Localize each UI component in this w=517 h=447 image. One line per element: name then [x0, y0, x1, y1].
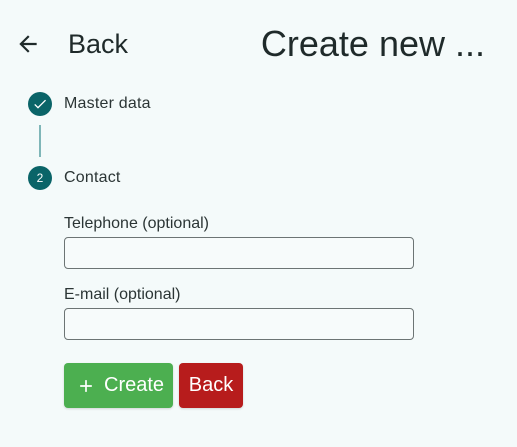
telephone-input[interactable]: [64, 237, 414, 269]
check-icon: [34, 99, 46, 109]
step-label: Contact: [64, 169, 121, 186]
page-title: Create new ...: [260, 23, 485, 64]
create-button-label: Create: [104, 374, 165, 396]
step-number-indicator: 2: [28, 166, 52, 190]
back-arrow-icon[interactable]: [14, 30, 42, 58]
create-button[interactable]: Create: [64, 363, 173, 408]
step-master-data[interactable]: Master data: [28, 92, 151, 116]
contact-form: Telephone (optional) E-mail (optional): [64, 214, 414, 340]
step-connector: [39, 125, 41, 157]
step-label: Master data: [64, 95, 151, 112]
telephone-field-group: Telephone (optional): [64, 214, 414, 269]
top-bar: Back Create new ...: [0, 0, 517, 88]
telephone-label: Telephone (optional): [64, 215, 209, 232]
step-contact[interactable]: 2 Contact: [28, 166, 121, 190]
back-button[interactable]: Back: [179, 363, 243, 408]
email-field-group: E-mail (optional): [64, 285, 414, 340]
header-back-link[interactable]: Back: [68, 27, 128, 61]
form-actions: Create Back: [64, 363, 243, 408]
step-completed-indicator: [28, 92, 52, 116]
plus-icon: [76, 376, 96, 396]
email-label: E-mail (optional): [64, 286, 181, 303]
back-button-label: Back: [188, 374, 234, 396]
email-input[interactable]: [64, 308, 414, 340]
